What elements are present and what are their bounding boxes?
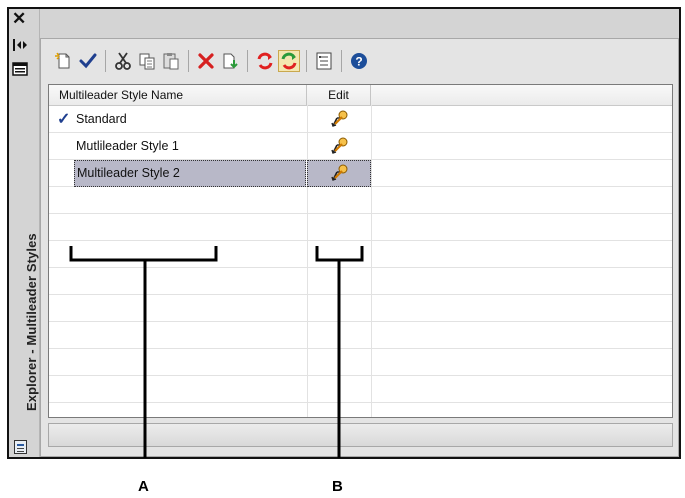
grid-line: [49, 213, 672, 214]
help-icon[interactable]: ?: [348, 50, 370, 72]
svg-text:?: ?: [355, 55, 362, 69]
properties-icon[interactable]: [12, 62, 28, 76]
purge-all-icon[interactable]: [278, 50, 300, 72]
paste-icon[interactable]: [160, 50, 182, 72]
copy-icon[interactable]: [136, 50, 158, 72]
grid-line: [49, 267, 672, 268]
close-icon[interactable]: ✕: [12, 10, 26, 28]
toolbar: ?: [53, 45, 449, 77]
toolbar-separator: [188, 50, 189, 72]
callout-label-b: B: [332, 478, 343, 495]
column-header-edit[interactable]: Edit: [307, 85, 371, 105]
new-style-icon[interactable]: [53, 50, 75, 72]
set-current-icon[interactable]: [77, 50, 99, 72]
table-header: Multileader Style Name Edit: [49, 85, 672, 106]
style-name: Mutlileader Style 1: [76, 139, 179, 153]
cut-icon[interactable]: [112, 50, 134, 72]
delete-icon[interactable]: [195, 50, 217, 72]
toolbar-separator: [341, 50, 342, 72]
styles-table: Multileader Style Name Edit ✓ Standard M…: [48, 84, 673, 418]
autohide-icon[interactable]: [12, 38, 28, 52]
panel-icon[interactable]: [14, 440, 27, 454]
grid-line: [49, 348, 672, 349]
toolbar-separator: [105, 50, 106, 72]
callout-label-a: A: [138, 478, 149, 495]
grid-line: [49, 294, 672, 295]
toolbar-separator: [306, 50, 307, 72]
table-row[interactable]: Multileader Style 2: [49, 160, 672, 187]
grid-line: [49, 375, 672, 376]
style-name: Standard: [76, 112, 127, 126]
toolbar-separator: [247, 50, 248, 72]
grid-line: [49, 402, 672, 403]
edit-style-icon[interactable]: [330, 163, 350, 183]
view-options-icon[interactable]: [313, 50, 335, 72]
status-bar: [48, 423, 673, 447]
edit-style-icon[interactable]: [330, 136, 350, 156]
edit-style-icon[interactable]: [330, 109, 350, 129]
current-style-check-icon: ✓: [57, 111, 71, 128]
style-name: Multileader Style 2: [74, 160, 306, 187]
table-row[interactable]: ✓ Standard: [49, 106, 672, 133]
grid-line: [49, 321, 672, 322]
purge-icon[interactable]: [254, 50, 276, 72]
palette-title: Explorer - Multileader Styles: [24, 233, 39, 411]
grid-line: [49, 240, 672, 241]
column-header-name[interactable]: Multileader Style Name: [49, 85, 307, 105]
table-row[interactable]: Mutlileader Style 1: [49, 133, 672, 160]
import-icon[interactable]: [219, 50, 241, 72]
